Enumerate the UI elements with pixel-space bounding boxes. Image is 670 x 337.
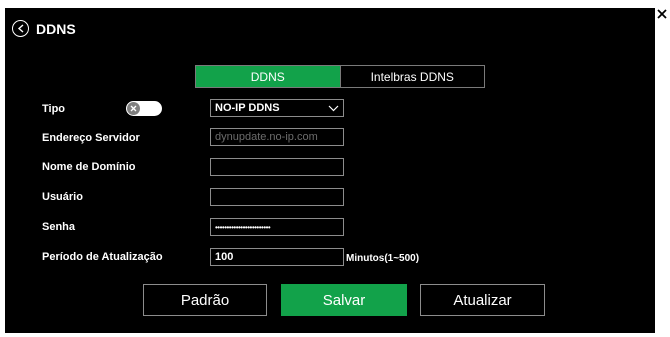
- tipo-label: Tipo: [42, 103, 66, 115]
- servidor-label: Endereço Servidor: [42, 132, 140, 144]
- close-window-icon[interactable]: [657, 9, 669, 23]
- atualizar-button[interactable]: Atualizar: [420, 284, 545, 316]
- tipo-select-value: NO-IP DDNS: [215, 102, 280, 114]
- close-icon: [127, 102, 140, 115]
- senha-input[interactable]: ••••••••••••••••••••••••: [210, 218, 344, 236]
- usuario-label: Usuário: [42, 191, 83, 203]
- dominio-label: Nome de Domínio: [42, 161, 136, 173]
- periodo-label: Período de Atualização: [42, 251, 163, 263]
- padrao-button[interactable]: Padrão: [143, 284, 267, 316]
- periodo-input[interactable]: 100: [210, 248, 344, 266]
- usuario-input[interactable]: [210, 188, 344, 206]
- chevron-down-icon: [328, 105, 339, 111]
- tipo-toggle[interactable]: [126, 101, 162, 116]
- back-icon[interactable]: [12, 20, 29, 37]
- ddns-dialog: DDNS DDNS Intelbras DDNS Tipo NO-IP DDNS…: [5, 8, 655, 333]
- page-title: DDNS: [36, 21, 76, 37]
- servidor-input[interactable]: dynupdate.no-ip.com: [210, 128, 344, 146]
- tab-intelbras-ddns[interactable]: Intelbras DDNS: [339, 66, 484, 87]
- dominio-input[interactable]: [210, 158, 344, 176]
- senha-value: ••••••••••••••••••••••••: [215, 222, 271, 232]
- tipo-select[interactable]: NO-IP DDNS: [210, 99, 344, 117]
- periodo-units: Minutos(1~500): [346, 253, 420, 264]
- periodo-value: 100: [215, 251, 234, 263]
- senha-label: Senha: [42, 221, 76, 233]
- tab-ddns[interactable]: DDNS: [196, 66, 340, 87]
- servidor-placeholder: dynupdate.no-ip.com: [215, 131, 318, 143]
- salvar-button[interactable]: Salvar: [281, 284, 407, 316]
- tab-bar: DDNS Intelbras DDNS: [195, 65, 485, 88]
